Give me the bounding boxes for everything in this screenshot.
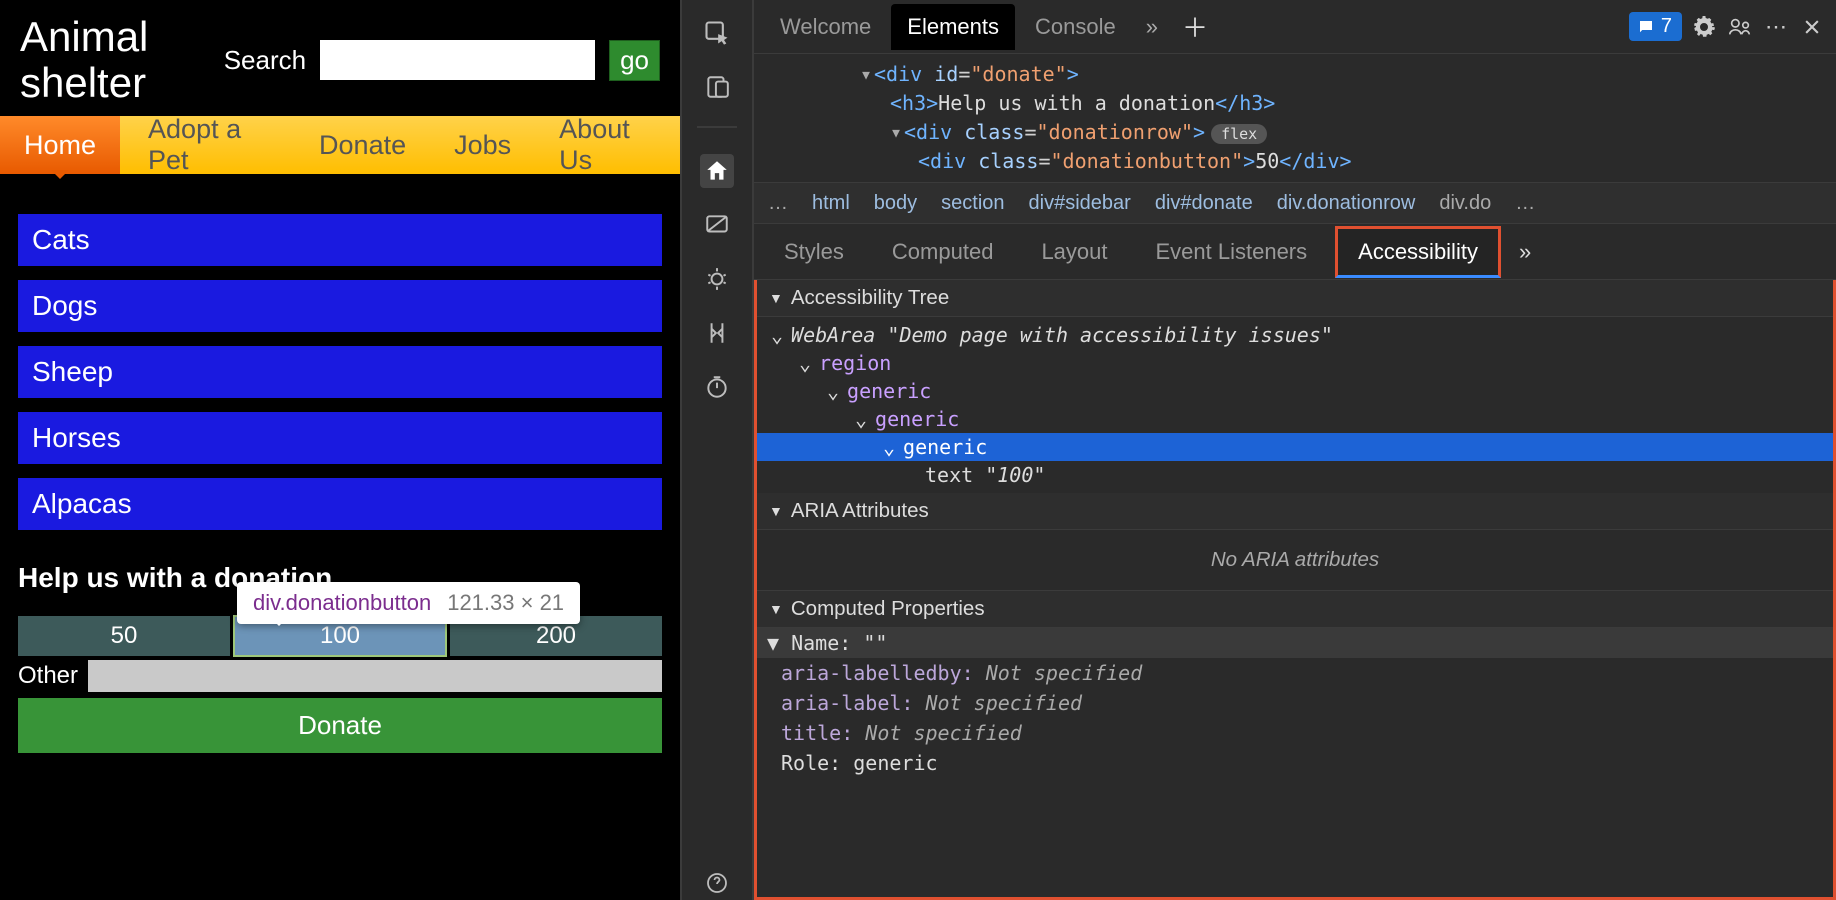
computed-props: ▼ Name: "" aria-labelledby: Not specifie…	[757, 628, 1833, 778]
image-tool-icon[interactable]	[700, 208, 734, 242]
tab-elements[interactable]: Elements	[891, 4, 1015, 50]
category-dogs[interactable]: Dogs	[18, 280, 662, 332]
nav-jobs[interactable]: Jobs	[430, 116, 535, 174]
a11y-tree-header[interactable]: ▼Accessibility Tree	[757, 280, 1833, 317]
inspector-tooltip: div.donationbutton 121.33 × 21	[237, 582, 580, 624]
devtools-main: Welcome Elements Console » ＋ 7 ⋯ ▾<div i…	[754, 0, 1836, 900]
inspect-element-icon[interactable]	[700, 16, 734, 50]
crumb-body[interactable]: body	[874, 192, 917, 215]
tooltip-tag: div	[253, 590, 280, 615]
settings-icon[interactable]	[1690, 13, 1718, 41]
tree-text-node: text "100"	[925, 463, 1045, 487]
tab-console[interactable]: Console	[1019, 4, 1132, 50]
logo-line-2: shelter	[20, 59, 146, 106]
rendered-webpage: Animal shelter Search go Home Adopt a Pe…	[0, 0, 680, 900]
nav-home[interactable]: Home	[0, 116, 120, 174]
page-header: Animal shelter Search go	[0, 0, 680, 116]
nav-adopt[interactable]: Adopt a Pet	[124, 116, 295, 174]
tree-generic-2: generic	[875, 407, 959, 431]
tree-generic-1: generic	[847, 379, 931, 403]
prop-title: title: Not specified	[757, 718, 1833, 748]
search-label: Search	[224, 45, 306, 76]
flex-badge[interactable]: flex	[1211, 124, 1267, 144]
subtabs-overflow-icon[interactable]: »	[1509, 239, 1541, 265]
close-icon[interactable]	[1798, 13, 1826, 41]
subtab-accessibility[interactable]: Accessibility	[1335, 226, 1501, 278]
prop-aria-labelledby: aria-labelledby: Not specified	[757, 658, 1833, 688]
donate-button[interactable]: Donate	[18, 698, 662, 753]
other-label: Other	[18, 662, 78, 690]
devtools: Welcome Elements Console » ＋ 7 ⋯ ▾<div i…	[680, 0, 1836, 900]
a11y-tree[interactable]: ⌄WebArea "Demo page with accessibility i…	[757, 317, 1833, 493]
prop-aria-label: aria-label: Not specified	[757, 688, 1833, 718]
prop-role: Role: generic	[757, 748, 1833, 778]
category-sheep[interactable]: Sheep	[18, 346, 662, 398]
device-toolbar-icon[interactable]	[700, 70, 734, 104]
network-tool-icon[interactable]	[700, 316, 734, 350]
main-nav: Home Adopt a Pet Donate Jobs About Us	[0, 116, 680, 174]
devtools-tab-bar: Welcome Elements Console » ＋ 7 ⋯	[754, 0, 1836, 54]
elements-tool-icon[interactable]	[700, 154, 734, 188]
toolbar-divider	[697, 126, 737, 128]
donation-other-row: Other	[18, 660, 662, 692]
search-input[interactable]	[320, 40, 595, 80]
crumb-donationrow[interactable]: div.donationrow	[1277, 192, 1416, 215]
computed-title: Computed Properties	[791, 597, 985, 621]
tree-selected-node[interactable]: ⌄generic	[757, 433, 1833, 461]
feedback-icon[interactable]	[1726, 13, 1754, 41]
other-amount-input[interactable]	[88, 660, 662, 692]
tooltip-selector: div.donationbutton	[253, 590, 431, 616]
tooltip-class: .donationbutton	[280, 590, 432, 615]
category-alpacas[interactable]: Alpacas	[18, 478, 662, 530]
crumb-html[interactable]: html	[812, 192, 850, 215]
dom-tree[interactable]: ▾<div id="donate"> <h3>Help us with a do…	[754, 54, 1836, 182]
donation-50[interactable]: 50	[18, 616, 230, 656]
tree-webarea: WebArea "Demo page with accessibility is…	[791, 323, 1333, 347]
aria-title: ARIA Attributes	[791, 499, 929, 523]
tree-region: region	[819, 351, 891, 375]
a11y-tree-title: Accessibility Tree	[791, 286, 949, 310]
subtab-computed[interactable]: Computed	[872, 229, 1014, 275]
issues-count: 7	[1661, 15, 1672, 38]
crumb-ellipsis-end[interactable]: …	[1515, 192, 1535, 215]
crumb-section[interactable]: section	[941, 192, 1004, 215]
tabs-overflow-icon[interactable]: »	[1136, 14, 1168, 40]
site-logo: Animal shelter	[20, 14, 185, 106]
computed-props-header[interactable]: ▼Computed Properties	[757, 591, 1833, 628]
aria-empty-message: No ARIA attributes	[757, 530, 1833, 591]
debug-tool-icon[interactable]	[700, 262, 734, 296]
category-cats[interactable]: Cats	[18, 214, 662, 266]
subtab-layout[interactable]: Layout	[1021, 229, 1127, 275]
crumb-overflow[interactable]: div.do	[1439, 192, 1491, 215]
search-go-button[interactable]: go	[609, 40, 660, 81]
devtools-activity-bar	[682, 0, 754, 900]
tooltip-dimensions: 121.33 × 21	[447, 590, 564, 616]
subtab-event-listeners[interactable]: Event Listeners	[1136, 229, 1328, 275]
logo-line-1: Animal	[20, 13, 148, 60]
crumb-sidebar[interactable]: div#sidebar	[1029, 192, 1131, 215]
elements-subtabs: Styles Computed Layout Event Listeners A…	[754, 224, 1836, 280]
tabs-add-icon[interactable]: ＋	[1172, 8, 1218, 45]
nav-donate[interactable]: Donate	[295, 116, 430, 174]
category-horses[interactable]: Horses	[18, 412, 662, 464]
issues-badge[interactable]: 7	[1629, 12, 1682, 41]
help-icon[interactable]	[700, 866, 734, 900]
crumb-donate[interactable]: div#donate	[1155, 192, 1253, 215]
breadcrumb: … html body section div#sidebar div#dona…	[754, 182, 1836, 224]
nav-about[interactable]: About Us	[535, 116, 680, 174]
more-icon[interactable]: ⋯	[1762, 13, 1790, 41]
accessibility-panel: ▼Accessibility Tree ⌄WebArea "Demo page …	[754, 280, 1836, 900]
donate-section: Help us with a donation 50 100 200 Other…	[0, 544, 680, 771]
prop-name: ▼ Name: ""	[757, 628, 1833, 658]
tab-welcome[interactable]: Welcome	[764, 4, 887, 50]
search-group: Search go	[224, 40, 660, 81]
aria-attributes-header[interactable]: ▼ARIA Attributes	[757, 493, 1833, 530]
crumb-ellipsis[interactable]: …	[768, 192, 788, 215]
category-list: Cats Dogs Sheep Horses Alpacas	[0, 174, 680, 530]
subtab-styles[interactable]: Styles	[764, 229, 864, 275]
performance-tool-icon[interactable]	[700, 370, 734, 404]
